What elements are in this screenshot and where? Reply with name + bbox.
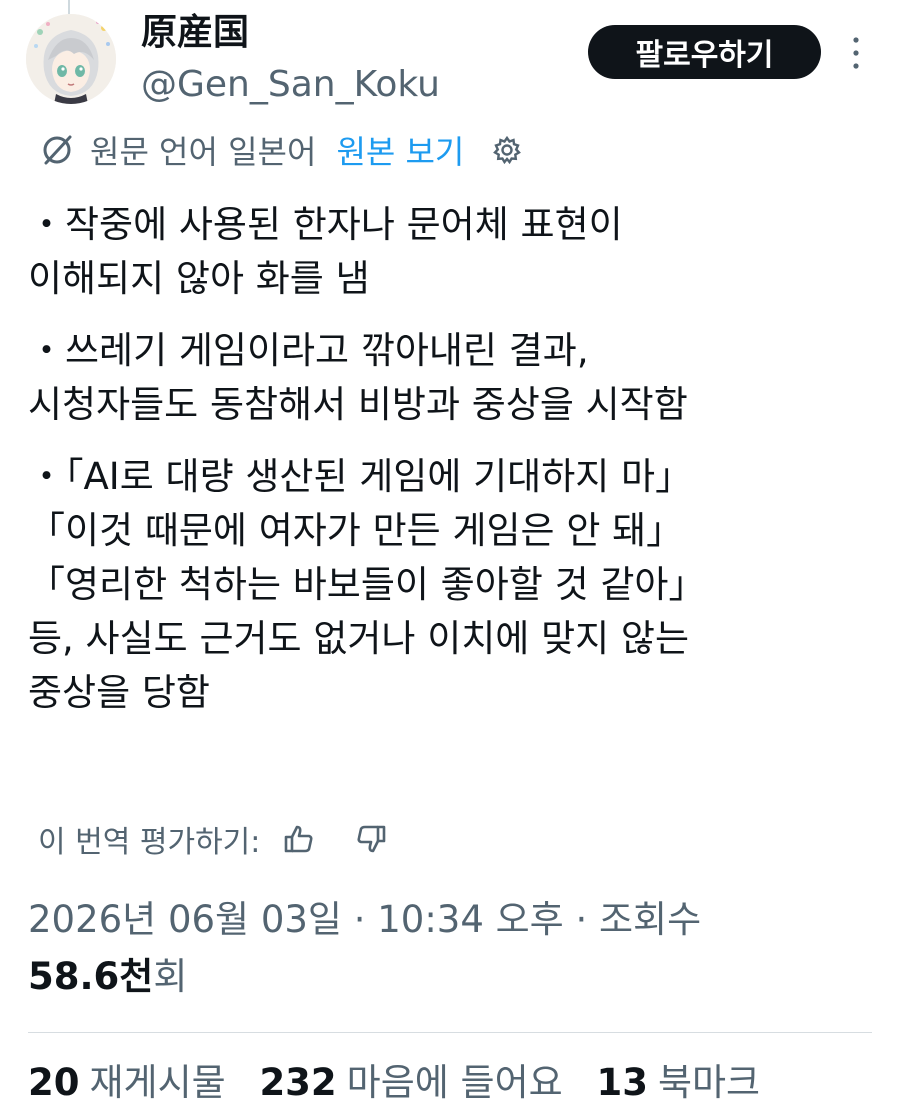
gear-icon[interactable] [492,135,522,165]
display-name[interactable]: 原産国 [141,10,249,56]
thumbs-down-icon[interactable] [354,822,388,856]
avatar[interactable] [26,14,116,104]
source-language-label: 원문 언어 일본어 [90,133,317,171]
text-line: 이해되지 않아 화를 냄 [28,257,370,300]
bookmarks-label: 북마크 [657,1061,761,1104]
thread-connector [68,0,70,14]
tweet-detail: 原産国 @Gen_San_Koku 팔로우하기 원문 언어 일본어 원본 보기 … [0,0,900,1119]
text-line: 시청자들도 동참해서 비방과 중상을 시작함 [28,383,688,426]
likes-stat[interactable]: 232 마음에 들어요 [259,1056,562,1110]
paragraph: ・작중에 사용된 한자나 문어체 표현이 이해되지 않아 화를 냄 [28,198,878,306]
paragraph: ・쓰레기 게임이라고 깎아내린 결과, 시청자들도 동참해서 비방과 중상을 시… [28,324,878,432]
more-vertical-icon[interactable] [846,34,866,72]
rate-translation: 이 번역 평가하기: [38,815,388,863]
rate-translation-label: 이 번역 평가하기: [38,825,261,860]
translate-icon [43,135,72,165]
view-count-number: 58.6천 [28,955,154,998]
view-count-unit: 회 [153,955,188,998]
timestamp[interactable]: 2026년 06월 03일 · 10:34 오후 · 조회수 [28,893,701,947]
text-line: 등, 사실도 근거도 없거나 이치에 맞지 않는 [28,617,690,660]
paragraph: ・「AI로 대량 생산된 게임에 기대하지 마」 「이것 때문에 여자가 만든 … [28,450,878,720]
bookmarks-stat[interactable]: 13 북마크 [596,1056,760,1110]
reposts-stat[interactable]: 20 재게시물 [28,1056,226,1110]
view-count[interactable]: 58.6천회 [28,950,187,1004]
likes-count: 232 [259,1061,337,1104]
text-line: 「영리한 척하는 바보들이 좋아할 것 같아」 [28,563,706,606]
text-line: ・쓰레기 게임이라고 깎아내린 결과, [28,329,589,372]
translation-bar: 원문 언어 일본어 원본 보기 [38,128,522,172]
divider [28,1032,872,1033]
likes-label: 마음에 들어요 [346,1061,563,1104]
follow-button[interactable]: 팔로우하기 [588,25,821,79]
text-line: ・「AI로 대량 생산된 게임에 기대하지 마」 [28,455,693,498]
reposts-label: 재게시물 [89,1061,226,1104]
engagement-stats: 20 재게시물 232 마음에 들어요 13 북마크 [28,1056,782,1110]
avatar-image [26,14,116,104]
bookmarks-count: 13 [596,1061,648,1104]
view-original-link[interactable]: 원본 보기 [336,127,464,173]
text-line: ・작중에 사용된 한자나 문어체 표현이 [28,203,623,246]
reposts-count: 20 [28,1061,80,1104]
user-handle[interactable]: @Gen_San_Koku [141,62,440,108]
thumbs-up-icon[interactable] [282,822,316,856]
tweet-text: ・작중에 사용된 한자나 문어체 표현이 이해되지 않아 화를 냄 ・쓰레기 게… [28,198,878,720]
text-line: 중상을 당함 [28,671,210,714]
text-line: 「이것 때문에 여자가 만든 게임은 안 돼」 [28,509,684,552]
